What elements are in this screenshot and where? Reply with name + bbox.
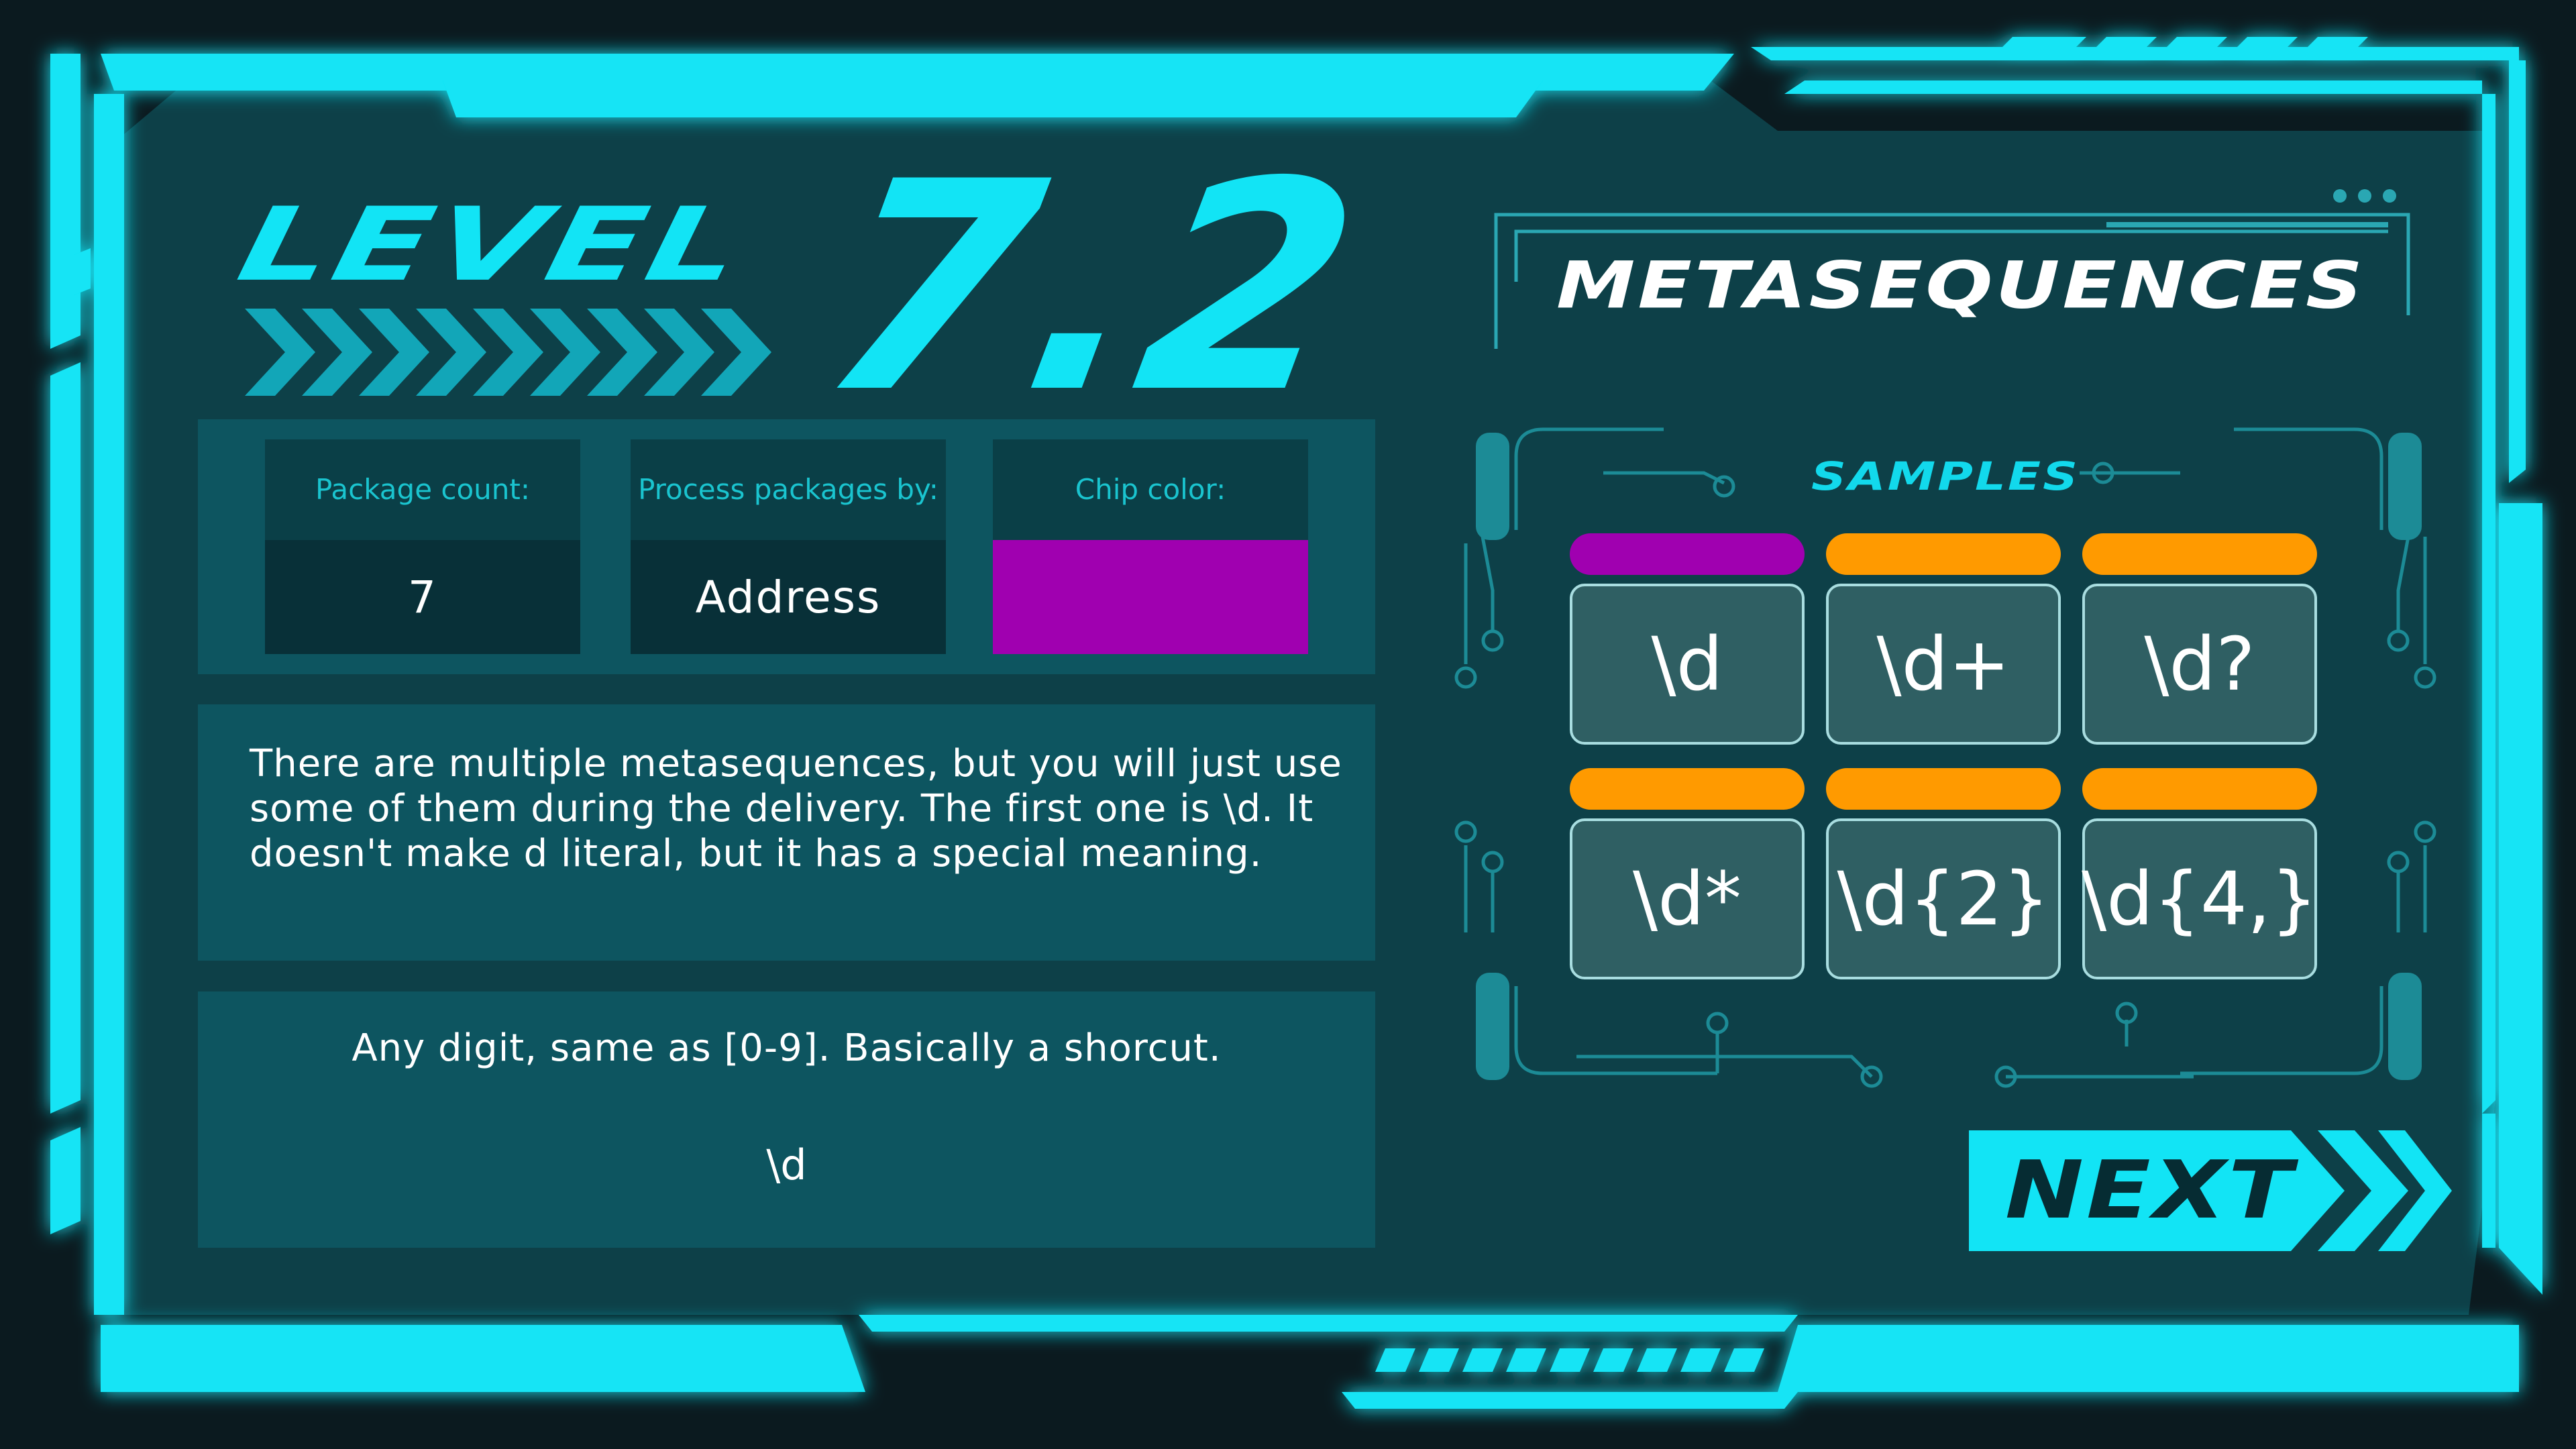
hint-text: Any digit, same as [0-9]. Basically a sh… (352, 1026, 1222, 1070)
chip-color-swatch (993, 540, 1308, 654)
sample-chip-bar (1826, 533, 2061, 575)
level-title: LEVEL (229, 185, 755, 304)
sample-tile[interactable]: \d{4,} (2082, 818, 2318, 979)
package-count-label: Package count: (265, 439, 580, 540)
metasequences-title: METASEQUENCES (1556, 247, 2365, 323)
hint-code: \d (766, 1140, 807, 1189)
process-by-value: Address (631, 540, 946, 654)
sample-tile[interactable]: \d? (2082, 584, 2317, 745)
sample-chip-bar (1570, 533, 1805, 575)
sample-tile[interactable]: \d{2} (1826, 818, 2061, 979)
sample-chip-bar (1826, 768, 2061, 810)
sample-tile[interactable]: \d+ (1826, 584, 2061, 745)
process-by-card: Process packages by: Address (631, 439, 946, 654)
chip-color-label: Chip color: (993, 439, 1308, 540)
chevron-arrows-icon (245, 309, 771, 396)
description-text: There are multiple metasequences, but yo… (250, 742, 1342, 875)
level-number: 7.2 (802, 121, 1381, 456)
chip-color-card: Chip color: (993, 439, 1308, 654)
package-count-value: 7 (265, 540, 580, 654)
process-by-label: Process packages by: (631, 439, 946, 540)
sample-tile[interactable]: \d (1570, 584, 1805, 745)
sample-chip-bar (1570, 768, 1805, 810)
sample-tile[interactable]: \d* (1570, 818, 1805, 979)
samples-title: SAMPLES (1811, 453, 2080, 499)
sample-chip-bar (2082, 768, 2317, 810)
package-count-card: Package count: 7 (265, 439, 580, 654)
next-button[interactable]: NEXT (1969, 1130, 2452, 1251)
sample-chip-bar (2082, 533, 2317, 575)
next-button-label: NEXT (2004, 1144, 2296, 1237)
